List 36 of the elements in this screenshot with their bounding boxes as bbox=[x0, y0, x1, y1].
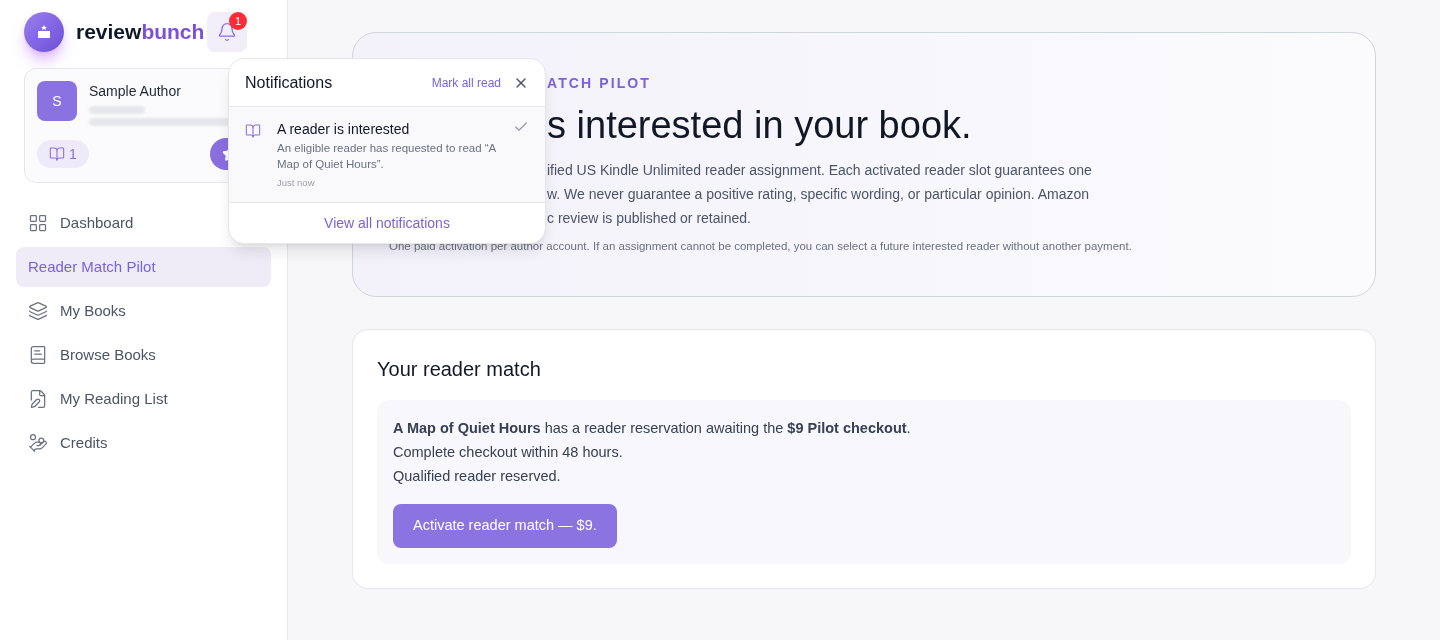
notifications-button[interactable]: 1 bbox=[207, 12, 247, 52]
eyebrow-text: ATCH PILOT bbox=[547, 74, 652, 93]
activate-button[interactable]: Activate reader match — $9. bbox=[393, 504, 617, 548]
nav-item[interactable]: Browse Books bbox=[16, 335, 271, 375]
book-icon bbox=[245, 123, 261, 139]
popover-title: Notifications bbox=[245, 72, 333, 93]
reservation-text: Complete checkout within 48 hours. bbox=[393, 443, 624, 462]
notification-body: An eligible reader has requested to read “A Map of Quiet Hours”. bbox=[277, 141, 497, 172]
description-line: c review is published or retained. bbox=[547, 208, 752, 228]
notification-item[interactable]: A reader is interested An eligible reader has requested to read “A Map of Quiet Hours”. Just now bbox=[229, 107, 545, 204]
hero-heading: s interested in your book. bbox=[547, 103, 973, 148]
nav-item[interactable]: Reader Match Pilot bbox=[16, 247, 271, 287]
document-pen-icon bbox=[28, 389, 48, 409]
books-count: 1 bbox=[69, 145, 77, 164]
notification-time: Just now bbox=[277, 176, 316, 190]
section-title: Your reader match bbox=[377, 357, 542, 382]
nav-item[interactable]: Credits bbox=[16, 423, 271, 463]
notification-count-badge: 1 bbox=[229, 12, 247, 30]
grid-icon bbox=[28, 213, 48, 233]
notification-title: A reader is interested bbox=[277, 120, 411, 139]
user-name: Sample Author bbox=[89, 82, 182, 101]
logo-icon bbox=[24, 12, 64, 52]
nav-item[interactable]: My Reading List bbox=[16, 379, 271, 419]
nav-item[interactable]: My Books bbox=[16, 291, 271, 331]
description-line: ified US Kindle Unlimited reader assignment. Each activated reader slot guarantees one bbox=[547, 160, 1093, 180]
reservation-text: Qualified reader reserved. bbox=[393, 467, 562, 486]
book-icon bbox=[49, 146, 65, 162]
reservation-text: A Map of Quiet Hours has a reader reservation awaiting the $9 Pilot checkout. bbox=[393, 419, 912, 438]
layers-icon bbox=[28, 301, 48, 321]
hand-coins-icon bbox=[28, 433, 48, 453]
description-line: w. We never guarantee a positive rating, specific wording, or particular opinion. Amazon bbox=[547, 184, 1091, 204]
mark-all-read-link[interactable]: Mark all read bbox=[431, 73, 501, 92]
book-icon bbox=[28, 345, 48, 365]
brand-name: reviewbunch bbox=[76, 19, 205, 46]
avatar: S bbox=[37, 81, 77, 121]
bell-icon bbox=[217, 22, 237, 42]
